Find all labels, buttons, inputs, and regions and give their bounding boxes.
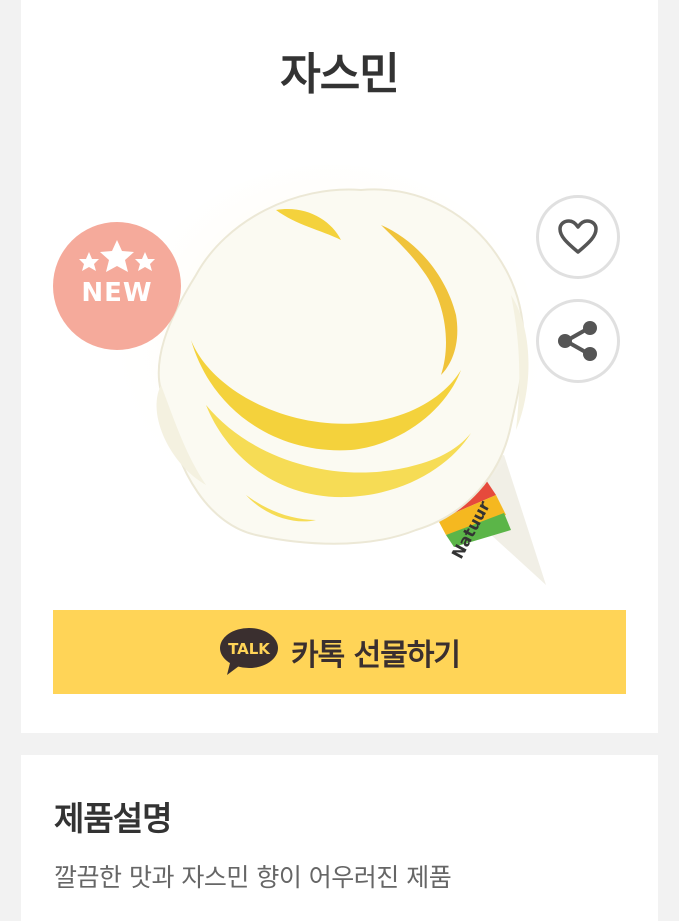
heart-icon	[558, 219, 598, 254]
kakao-gift-label: 카톡 선물하기	[290, 638, 461, 673]
share-icon	[558, 321, 597, 361]
kakao-talk-icon: TALK	[219, 628, 278, 675]
stars-icon	[79, 240, 155, 272]
share-button[interactable]	[536, 299, 620, 383]
kakao-gift-button[interactable]: TALK 카톡 선물하기	[53, 610, 626, 694]
description-text: 깔끔한 맛과 자스민 향이 어우러진 제품	[54, 863, 452, 892]
new-badge: NEW	[53, 222, 181, 350]
wishlist-button[interactable]	[536, 195, 620, 279]
description-heading: 제품설명	[54, 799, 172, 838]
badge-label: NEW	[81, 278, 153, 308]
kakao-icon-text: TALK	[228, 640, 271, 658]
description-card: 제품설명 깔끔한 맛과 자스민 향이 어우러진 제품	[21, 755, 658, 921]
ice-cream-image: Natuur	[121, 165, 546, 585]
product-title: 자스민	[280, 49, 399, 100]
product-card: 자스민 Natuur NEW TALK 카톡 선물하기	[21, 0, 658, 733]
